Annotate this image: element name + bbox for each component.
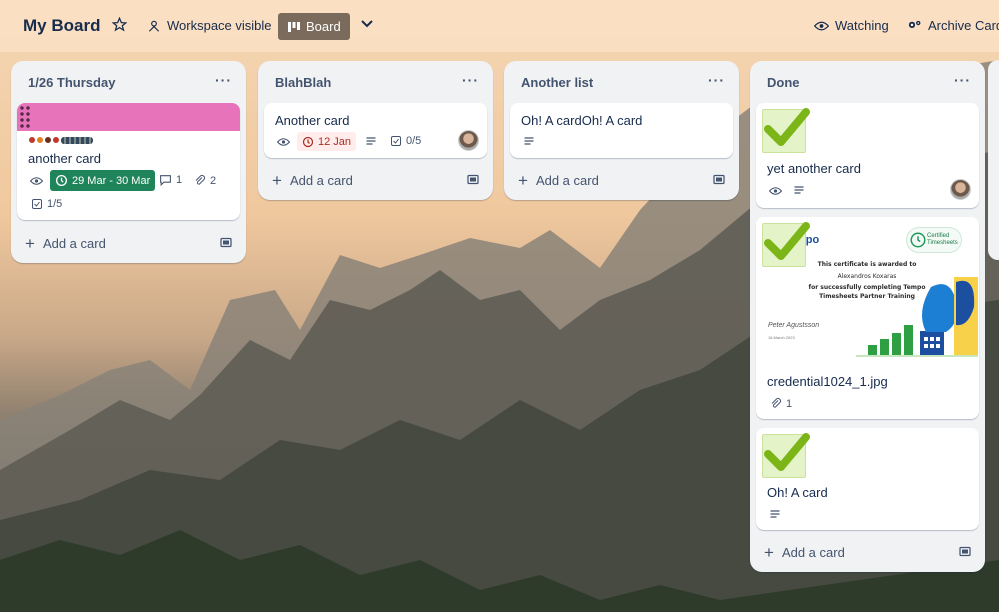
attachments-badge: 1	[770, 397, 792, 410]
clock-icon	[302, 136, 314, 147]
board-view-button[interactable]: Board	[278, 13, 350, 40]
board-icon	[288, 21, 300, 32]
list-title[interactable]: 1/26 Thursday	[28, 75, 115, 90]
chevron-down-icon	[361, 20, 373, 28]
paperclip-icon	[771, 398, 781, 408]
plus-icon: +	[25, 234, 35, 253]
checklist-badge: 0/5	[390, 135, 421, 147]
list-menu-button[interactable]: ···	[954, 72, 971, 88]
board-header: My Board Workspace visible Board Watchin…	[0, 0, 999, 52]
card-another-card[interactable]: another card 29 Mar - 30 Mar 1 2 1/5	[17, 103, 240, 220]
checkbox-icon	[32, 199, 42, 209]
add-card-label: Add a card	[781, 545, 845, 560]
card-title: yet another card	[767, 161, 861, 176]
description-icon	[794, 186, 804, 194]
checklist-count: 0/5	[406, 135, 422, 147]
add-card-button[interactable]: + Add a card	[25, 235, 106, 252]
checkmark-icon	[764, 222, 810, 260]
list-menu-button[interactable]: ···	[215, 72, 232, 88]
list-menu-button[interactable]: ···	[462, 72, 479, 88]
add-card-label: Add a card	[289, 173, 353, 188]
workspace-visibility-label: Workspace visible	[167, 18, 272, 33]
archive-cards-button[interactable]: Archive Cards	[907, 18, 999, 33]
card-title: credential1024_1.jpg	[767, 374, 888, 389]
checklist-count: 1/5	[47, 198, 63, 210]
archive-cards-label: Archive Cards	[928, 18, 999, 33]
template-icon[interactable]	[713, 174, 725, 185]
attachments-count: 2	[210, 174, 217, 187]
list-title[interactable]: Another list	[521, 75, 593, 90]
comments-badge: 1	[159, 174, 182, 186]
add-card-label: Add a card	[535, 173, 599, 188]
workspace-visibility-button[interactable]: Workspace visible	[147, 18, 272, 33]
list-another-list: Another list ··· Oh! A cardOh! A card + …	[504, 61, 739, 200]
checkbox-icon	[391, 136, 401, 146]
due-date-text: 12 Jan	[318, 135, 352, 148]
add-card-button[interactable]: + Add a card	[518, 172, 599, 189]
card-credential-image[interactable]: mpo Certified Timesheets This certificat…	[756, 217, 979, 419]
list-1-26-thursday: 1/26 Thursday ··· another card 29 Mar - …	[11, 61, 246, 263]
list-blahblah: BlahBlah ··· Another card 12 Jan 0/5 + A…	[258, 61, 493, 200]
card-yet-another-card[interactable]: yet another card	[756, 103, 979, 208]
checklist-badge: 1/5	[31, 198, 62, 210]
clock-icon	[910, 232, 926, 248]
drag-handle-icon	[19, 105, 31, 129]
due-date-badge[interactable]: 12 Jan	[297, 132, 357, 151]
label-dots	[29, 137, 93, 144]
people-icon	[148, 20, 160, 32]
eye-icon	[769, 187, 782, 195]
star-icon	[112, 17, 127, 32]
add-card-label: Add a card	[42, 236, 106, 251]
due-date-badge[interactable]: 29 Mar - 30 Mar	[50, 170, 156, 191]
card-another-card-2[interactable]: Another card 12 Jan 0/5	[264, 103, 487, 158]
paperclip-icon	[195, 175, 205, 185]
card-cover	[17, 103, 240, 131]
list-title[interactable]: Done	[767, 75, 800, 90]
clock-icon	[55, 174, 68, 187]
avatar[interactable]	[458, 130, 479, 151]
description-icon	[366, 137, 376, 145]
add-card-button[interactable]: + Add a card	[764, 544, 845, 561]
list-done: Done ··· yet another card mpo Certified …	[750, 61, 985, 572]
board-title[interactable]: My Board	[23, 16, 100, 36]
plus-icon: +	[518, 171, 528, 190]
checkmark-icon	[764, 108, 810, 146]
certificate-date: 16 March 2023	[768, 335, 795, 340]
description-icon	[770, 510, 780, 518]
board-view-label: Board	[306, 19, 341, 34]
template-icon[interactable]	[467, 174, 479, 185]
eye-icon	[277, 138, 290, 146]
card-title: another card	[28, 151, 101, 166]
eye-icon	[814, 21, 829, 30]
list-title[interactable]: BlahBlah	[275, 75, 331, 90]
certificate-illustration	[856, 277, 978, 357]
comments-count: 1	[176, 174, 183, 186]
card-title: Oh! A card	[767, 485, 828, 500]
next-list-partial	[988, 60, 999, 260]
star-board-button[interactable]	[112, 17, 133, 32]
view-switcher-button[interactable]	[360, 19, 380, 29]
template-icon[interactable]	[959, 546, 971, 557]
description-icon	[524, 137, 534, 145]
card-oh-a-card[interactable]: Oh! A card	[756, 428, 979, 530]
card-oh-a-card-oh-a-card[interactable]: Oh! A cardOh! A card	[510, 103, 733, 158]
due-date-text: 29 Mar - 30 Mar	[72, 174, 151, 187]
attachments-badge: 2	[194, 174, 216, 187]
checkmark-icon	[764, 433, 810, 471]
card-title: Oh! A cardOh! A card	[521, 113, 643, 128]
watching-label: Watching	[835, 18, 889, 33]
template-icon[interactable]	[220, 237, 232, 248]
list-menu-button[interactable]: ···	[708, 72, 725, 88]
watching-button[interactable]: Watching	[814, 18, 889, 33]
add-card-button[interactable]: + Add a card	[272, 172, 353, 189]
card-title: Another card	[275, 113, 350, 128]
certificate-signature: Peter Agustsson	[768, 322, 820, 329]
eye-icon	[30, 177, 43, 185]
avatar[interactable]	[950, 179, 971, 200]
plus-icon: +	[764, 543, 774, 562]
attachments-count: 1	[786, 397, 793, 410]
gear-icon	[908, 20, 921, 28]
comment-icon	[160, 175, 171, 186]
plus-icon: +	[272, 171, 282, 190]
